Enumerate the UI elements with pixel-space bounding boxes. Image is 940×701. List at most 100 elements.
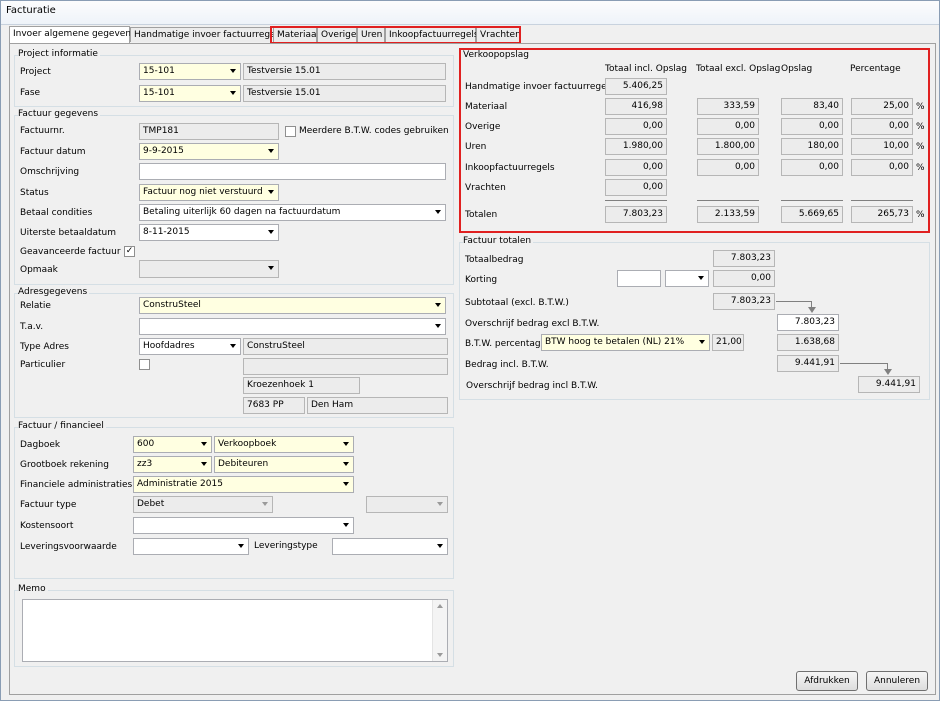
- row-label: Inkoopfactuurregels: [465, 163, 555, 173]
- row-opslag-value: 83,40: [781, 98, 843, 115]
- row-incl-value: 416,98: [605, 98, 667, 115]
- factuurnr-field: TMP181: [139, 123, 279, 140]
- scroll-up-icon[interactable]: [437, 604, 443, 608]
- window-title: Facturatie: [6, 5, 56, 16]
- factuur-type-label: Factuur type: [20, 500, 77, 510]
- annuleren-button[interactable]: Annuleren: [866, 671, 928, 691]
- percent-sign: %: [916, 122, 925, 132]
- korting-value: 0,00: [713, 270, 775, 287]
- memo-textarea[interactable]: [22, 599, 448, 662]
- verkoopopslag-title: Verkoopopslag: [463, 50, 529, 60]
- chevron-down-icon: [699, 340, 705, 344]
- chevron-down-icon: [268, 190, 274, 194]
- memo-scrollbar[interactable]: [432, 600, 447, 661]
- chevron-down-icon: [437, 502, 443, 506]
- dagboek-select[interactable]: 600: [133, 436, 212, 453]
- factuur-type-extra-select[interactable]: [366, 496, 448, 513]
- chevron-down-icon: [343, 462, 349, 466]
- leveringstype-label: Leveringstype: [254, 541, 318, 551]
- kostensoort-select[interactable]: [133, 517, 354, 534]
- dagboek-description-select[interactable]: Verkoopboek: [214, 436, 354, 453]
- korting-type-select[interactable]: [665, 270, 709, 287]
- overschrijf-excl-label: Overschrijf bedrag excl B.T.W.: [465, 319, 600, 329]
- chevron-down-icon: [268, 149, 274, 153]
- particulier-label: Particulier: [20, 360, 66, 370]
- project-description: Testversie 15.01: [243, 63, 446, 80]
- chevron-down-icon: [437, 544, 443, 548]
- dagboek-label: Dagboek: [20, 440, 61, 450]
- row-incl-value: 0,00: [605, 179, 667, 196]
- row-excl-value: 0,00: [697, 159, 759, 176]
- afdrukken-button[interactable]: Afdrukken: [796, 671, 858, 691]
- chevron-down-icon: [268, 230, 274, 234]
- chevron-down-icon: [435, 324, 441, 328]
- status-select[interactable]: Factuur nog niet verstuurd: [139, 184, 279, 201]
- particulier-checkbox[interactable]: [139, 359, 150, 370]
- type-adres-select[interactable]: Hoofdadres: [139, 338, 241, 355]
- totalen-pct-value: 265,73: [851, 206, 913, 223]
- row-excl-value: 333,59: [697, 98, 759, 115]
- project-group-title: Project informatie: [18, 49, 100, 59]
- row-pct-value: 25,00: [851, 98, 913, 115]
- tab-invoer-algemene-gegevens[interactable]: Invoer algemene gegevens: [9, 26, 136, 43]
- factuur-totalen-title: Factuur totalen: [463, 236, 534, 246]
- tab-handmatige-invoer[interactable]: Handmatige invoer factuurregels: [130, 27, 283, 42]
- grootboek-description-select[interactable]: Debiteuren: [214, 456, 354, 473]
- relatie-select[interactable]: ConstruSteel: [139, 297, 446, 314]
- factuur-group-title: Factuur gegevens: [18, 109, 101, 119]
- grootboek-select[interactable]: zz3: [133, 456, 212, 473]
- fase-description: Testversie 15.01: [243, 85, 446, 102]
- btw-amount-value: 1.638,68: [777, 334, 839, 351]
- percent-sign: %: [916, 163, 925, 173]
- fase-select[interactable]: 15-101: [139, 85, 241, 102]
- leveringsvoorwaarde-label: Leveringsvoorwaarde: [20, 542, 117, 552]
- financieel-group-title: Factuur / financieel: [18, 421, 106, 431]
- totalen-excl-value: 2.133,59: [697, 206, 759, 223]
- meerdere-btw-checkbox[interactable]: [285, 126, 296, 137]
- row-excl-value: 0,00: [697, 118, 759, 135]
- leveringsvoorwaarde-select[interactable]: [133, 538, 249, 555]
- betaal-condities-select[interactable]: Betaling uiterlijk 60 dagen na factuurda…: [139, 204, 446, 221]
- leveringstype-select[interactable]: [332, 538, 448, 555]
- bedrag-incl-value: 9.441,91: [777, 355, 839, 372]
- btw-percentage-select[interactable]: BTW hoog te betalen (NL) 21%: [541, 334, 710, 351]
- omschrijving-input[interactable]: [139, 163, 446, 180]
- totalen-opslag-value: 5.669,65: [781, 206, 843, 223]
- subtotaal-value: 7.803,23: [713, 293, 775, 310]
- financiele-administraties-select[interactable]: Administratie 2015: [133, 476, 354, 493]
- opmaak-label: Opmaak: [20, 265, 58, 275]
- arrow-down-icon: [808, 307, 816, 313]
- col-opslag-header: Opslag: [781, 64, 813, 74]
- adres-group-title: Adresgegevens: [18, 287, 90, 297]
- geavanceerde-factuur-label: Geavanceerde factuur: [20, 247, 121, 257]
- chevron-down-icon: [230, 344, 236, 348]
- tav-select[interactable]: [139, 318, 446, 335]
- korting-input[interactable]: [617, 270, 661, 287]
- totalen-incl-value: 7.803,23: [605, 206, 667, 223]
- col-totaal-incl-header: Totaal incl. Opslag: [605, 64, 687, 74]
- meerdere-btw-label: Meerdere B.T.W. codes gebruiken: [299, 126, 449, 136]
- factuur-datum-label: Factuur datum: [20, 147, 86, 157]
- chevron-down-icon: [343, 523, 349, 527]
- chevron-down-icon: [230, 91, 236, 95]
- chevron-down-icon: [230, 69, 236, 73]
- project-select[interactable]: 15-101: [139, 63, 241, 80]
- postcode-field: 7683 PP: [243, 397, 305, 414]
- row-label: Handmatige invoer factuurregels: [465, 82, 614, 92]
- tav-label: T.a.v.: [20, 322, 44, 332]
- tabs-highlight-box: [270, 26, 521, 44]
- scroll-down-icon[interactable]: [437, 653, 443, 657]
- chevron-down-icon: [343, 482, 349, 486]
- factuur-datum-picker[interactable]: 9-9-2015: [139, 143, 279, 160]
- overschrijf-excl-input[interactable]: 7.803,23: [777, 314, 839, 331]
- subtotaal-label: Subtotaal (excl. B.T.W.): [465, 298, 569, 308]
- geavanceerde-factuur-checkbox[interactable]: ✓: [124, 246, 135, 257]
- uiterste-betaaldatum-picker[interactable]: 8-11-2015: [139, 224, 279, 241]
- opmaak-select[interactable]: [139, 260, 279, 278]
- row-opslag-value: 0,00: [781, 118, 843, 135]
- row-pct-value: 0,00: [851, 118, 913, 135]
- percent-sign: %: [916, 142, 925, 152]
- factuur-type-select[interactable]: Debet: [133, 496, 273, 513]
- row-label: Materiaal: [465, 102, 508, 112]
- relatie-label: Relatie: [20, 301, 51, 311]
